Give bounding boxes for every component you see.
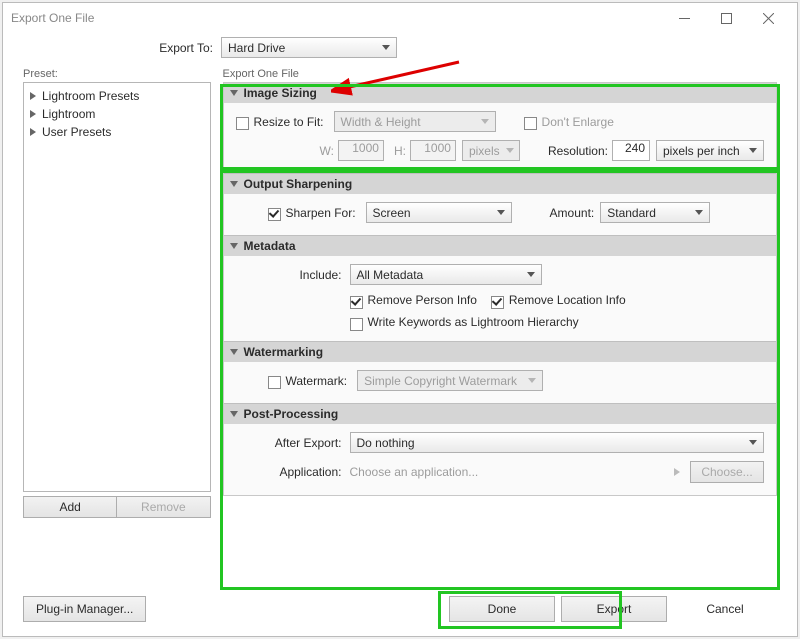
chevron-down-icon (481, 119, 489, 124)
section-metadata-header[interactable]: Metadata (224, 235, 777, 256)
triangle-down-icon (230, 181, 238, 187)
triangle-right-icon (30, 92, 36, 100)
chevron-down-icon (695, 210, 703, 215)
chevron-down-icon (527, 272, 535, 277)
remove-person-label: Remove Person Info (368, 293, 477, 307)
write-keywords-checkbox[interactable] (350, 318, 363, 331)
preset-list[interactable]: Lightroom Presets Lightroom User Presets (23, 82, 211, 492)
export-to-label: Export To: (143, 41, 221, 55)
preset-label: Preset: (23, 68, 211, 80)
width-input[interactable]: 1000 (338, 140, 384, 161)
include-label: Include: (236, 268, 350, 282)
preset-item[interactable]: Lightroom Presets (24, 87, 210, 105)
after-export-label: After Export: (236, 436, 350, 450)
chevron-down-icon (749, 148, 757, 153)
after-export-select[interactable]: Do nothing (350, 432, 765, 453)
remove-location-checkbox[interactable] (491, 296, 504, 309)
amount-select[interactable]: Standard (600, 202, 710, 223)
right-panel-label: Export One File (223, 68, 778, 80)
width-label: W: (320, 144, 334, 158)
height-label: H: (394, 144, 406, 158)
chevron-down-icon (497, 210, 505, 215)
unit-select[interactable]: pixels (462, 140, 520, 161)
chevron-down-icon (506, 148, 514, 153)
minimize-button[interactable] (663, 4, 705, 32)
window-title: Export One File (11, 11, 663, 25)
sharpen-for-select[interactable]: Screen (366, 202, 512, 223)
remove-person-checkbox[interactable] (350, 296, 363, 309)
amount-label: Amount: (550, 206, 595, 220)
dont-enlarge-label: Don't Enlarge (542, 115, 614, 129)
watermark-label: Watermark: (286, 374, 348, 388)
triangle-down-icon (230, 243, 238, 249)
export-to-value: Hard Drive (228, 41, 285, 55)
resolution-input[interactable]: 240 (612, 140, 650, 161)
triangle-right-icon (30, 128, 36, 136)
include-select[interactable]: All Metadata (350, 264, 542, 285)
triangle-right-icon (674, 468, 680, 476)
cancel-button[interactable]: Cancel (673, 597, 777, 621)
triangle-right-icon (30, 110, 36, 118)
write-keywords-label: Write Keywords as Lightroom Hierarchy (368, 315, 579, 329)
height-input[interactable]: 1000 (410, 140, 456, 161)
section-post-processing-header[interactable]: Post-Processing (224, 403, 777, 424)
watermark-checkbox[interactable] (268, 376, 281, 389)
done-button[interactable]: Done (449, 596, 555, 622)
plugin-manager-button[interactable]: Plug-in Manager... (23, 596, 146, 622)
triangle-down-icon (230, 90, 238, 96)
resolution-label: Resolution: (548, 144, 608, 158)
export-to-select[interactable]: Hard Drive (221, 37, 397, 58)
application-value: Choose an application... (350, 465, 675, 479)
resolution-unit-select[interactable]: pixels per inch (656, 140, 764, 161)
resize-to-fit-checkbox[interactable] (236, 117, 249, 130)
maximize-button[interactable] (705, 4, 747, 32)
chevron-down-icon (528, 378, 536, 383)
fit-mode-select[interactable]: Width & Height (334, 111, 496, 132)
preset-item[interactable]: User Presets (24, 123, 210, 141)
sharpen-for-checkbox[interactable] (268, 208, 281, 221)
watermark-select[interactable]: Simple Copyright Watermark (357, 370, 543, 391)
dont-enlarge-checkbox (524, 117, 537, 130)
chevron-down-icon (382, 45, 390, 50)
resize-to-fit-label: Resize to Fit: (254, 115, 324, 129)
add-button[interactable]: Add (23, 496, 117, 518)
close-button[interactable] (747, 4, 789, 32)
section-watermarking-header[interactable]: Watermarking (224, 341, 777, 362)
triangle-down-icon (230, 411, 238, 417)
export-button[interactable]: Export (561, 596, 667, 622)
choose-button[interactable]: Choose... (690, 461, 764, 483)
section-image-sizing-header[interactable]: Image Sizing (224, 83, 777, 103)
sharpen-for-label: Sharpen For: (286, 206, 356, 220)
application-label: Application: (236, 465, 350, 479)
preset-item[interactable]: Lightroom (24, 105, 210, 123)
section-sharpening-header[interactable]: Output Sharpening (224, 173, 777, 194)
remove-button[interactable]: Remove (117, 496, 210, 518)
remove-location-label: Remove Location Info (509, 293, 626, 307)
chevron-down-icon (749, 440, 757, 445)
triangle-down-icon (230, 349, 238, 355)
